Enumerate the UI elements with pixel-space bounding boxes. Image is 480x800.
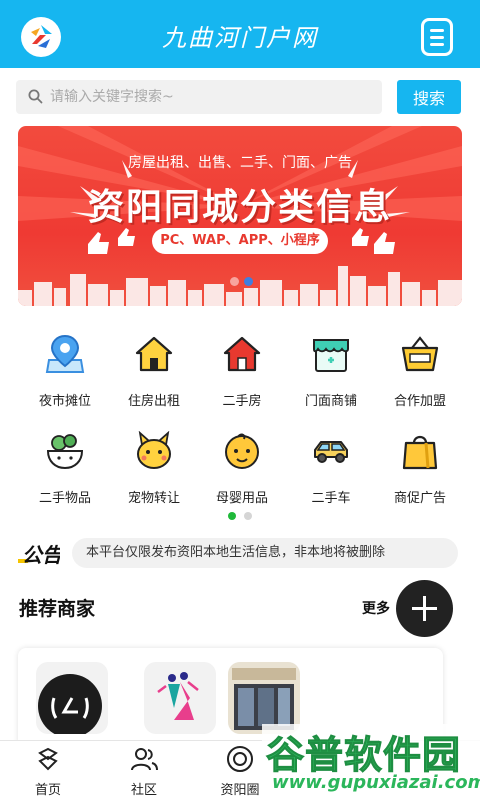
nav-item-community[interactable]: 社区 (96, 741, 192, 800)
search-icon (28, 89, 43, 104)
house-icon (135, 336, 173, 372)
nav-label: 社区 (130, 783, 157, 798)
baby-icon (225, 433, 259, 469)
announcement-icon: 公告 (18, 543, 60, 566)
category-page-dot[interactable] (244, 512, 252, 520)
category-second-hand-goods[interactable]: 二手物品 (17, 431, 113, 521)
car-icon (314, 441, 348, 463)
menu-button[interactable] (421, 18, 453, 56)
category-label: 夜市摊位 (38, 394, 91, 409)
more-link[interactable]: 更多 (362, 598, 390, 618)
shopping-bag-icon (402, 435, 438, 470)
notice-label: 公告 (22, 543, 60, 566)
red-house-icon (223, 336, 261, 372)
category-used-car[interactable]: 二手车 (283, 431, 379, 521)
category-label: 商促广告 (393, 491, 446, 506)
pet-icon (137, 431, 171, 469)
watermark-url: www.gupuxiazai.com (272, 772, 480, 793)
category-label: 门面商铺 (304, 394, 357, 409)
app-title: 九曲河门户网 (162, 24, 318, 52)
merchant-dance-image (157, 672, 199, 720)
menu-line (430, 29, 444, 32)
section-title-recommended: 推荐商家 (19, 598, 96, 620)
category-label: 二手物品 (38, 491, 91, 506)
banner-title: 资阳同城分类信息 (87, 187, 392, 228)
banner-platforms-pill: PC、WAP、APP、小程序 (152, 228, 328, 254)
home-icon (38, 747, 58, 771)
category-house-rent[interactable]: 住房出租 (106, 334, 202, 424)
search-button[interactable]: 搜索 (397, 80, 461, 114)
category-franchise[interactable]: 合作加盟 (372, 334, 468, 424)
vegetable-bowl-icon (46, 434, 84, 470)
category-baby-goods[interactable]: 母婴用品 (194, 431, 290, 521)
menu-line (430, 36, 444, 39)
category-shopfront[interactable]: 门面商铺 (283, 334, 379, 424)
promo-banner[interactable]: 房屋出租、出售、二手、门面、广告 资阳同城分类信息 PC、WAP、APP、小程序 (18, 126, 462, 306)
circle-icon (227, 746, 253, 772)
search-box (16, 80, 382, 114)
basket-icon (401, 336, 439, 372)
category-label: 二手房 (222, 394, 262, 409)
category-label: 住房出租 (127, 394, 180, 409)
category-second-hand-house[interactable]: 二手房 (194, 334, 290, 424)
banner-indicator-dot[interactable] (230, 277, 239, 286)
nav-item-home[interactable]: 首页 (0, 741, 96, 800)
search-input[interactable] (50, 80, 370, 114)
category-label: 合作加盟 (393, 394, 446, 409)
category-label: 母婴用品 (215, 491, 268, 506)
notice-bar[interactable]: 本平台仅限发布资阳本地生活信息，非本地将被删除 (72, 538, 458, 568)
menu-line (430, 43, 444, 46)
community-icon (131, 748, 158, 771)
add-post-button[interactable] (396, 580, 453, 637)
banner-indicator-dot-active[interactable] (244, 277, 253, 286)
merchant-logo-image (38, 674, 102, 734)
category-pet-transfer[interactable]: 宠物转让 (106, 431, 202, 521)
banner-subtitle: 房屋出租、出售、二手、门面、广告 (128, 155, 352, 171)
city-skyline-decoration (18, 266, 462, 306)
map-pin-icon (45, 334, 85, 373)
category-page-dot-active[interactable] (228, 512, 236, 520)
plus-icon (423, 596, 426, 621)
merchant-thumb[interactable] (36, 662, 108, 734)
category-label: 宠物转让 (127, 491, 180, 506)
nav-label: 首页 (34, 783, 61, 798)
merchant-thumb[interactable] (144, 662, 216, 734)
category-promo-ads[interactable]: 商促广告 (372, 431, 468, 521)
category-night-market[interactable]: 夜市摊位 (17, 334, 113, 424)
app-header: 九曲河门户网 (0, 0, 480, 68)
watermark: 谷普软件园 www.gupuxiazai.com (262, 724, 480, 800)
storefront-icon (313, 339, 349, 372)
notice-text: 本平台仅限发布资阳本地生活信息，非本地将被删除 (86, 545, 386, 560)
watermark-title: 谷普软件园 (265, 733, 462, 778)
category-label: 二手车 (311, 491, 351, 506)
